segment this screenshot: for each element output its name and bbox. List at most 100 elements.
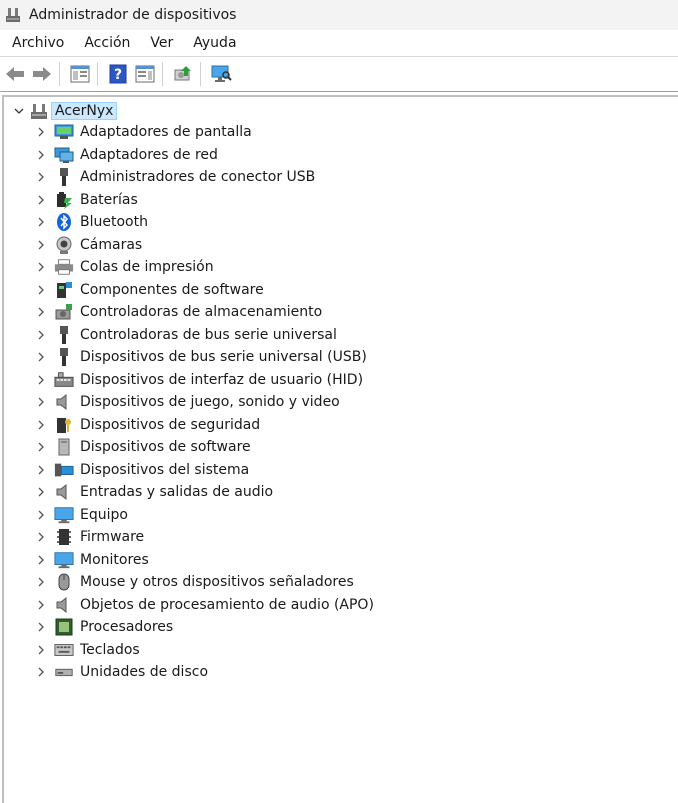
menu-accion[interactable]: Acción — [74, 30, 140, 56]
tree-category-item[interactable]: Controladoras de almacenamiento — [4, 301, 374, 324]
forward-button[interactable] — [30, 62, 54, 86]
device-manager-app-icon — [6, 8, 20, 22]
chevron-right-icon[interactable] — [36, 260, 46, 274]
tree-category-item[interactable]: Dispositivos de juego, sonido y video — [4, 391, 374, 414]
tree-category-item[interactable]: Mouse y otros dispositivos señaladores — [4, 571, 374, 594]
menu-ayuda[interactable]: Ayuda — [183, 30, 246, 56]
tree-root-label[interactable]: AcerNyx — [51, 102, 118, 120]
tree-category-item[interactable]: Unidades de disco — [4, 661, 374, 684]
tree-category-item[interactable]: Colas de impresión — [4, 256, 374, 279]
chevron-right-icon[interactable] — [36, 463, 46, 477]
chevron-right-icon[interactable] — [36, 440, 46, 454]
tree-category-label[interactable]: Dispositivos de juego, sonido y video — [80, 394, 340, 410]
chevron-right-icon[interactable] — [36, 350, 46, 364]
chevron-right-icon[interactable] — [36, 148, 46, 162]
chevron-right-icon[interactable] — [36, 575, 46, 589]
properties-button[interactable] — [133, 62, 157, 86]
tree-category-item[interactable]: Entradas y salidas de audio — [4, 481, 374, 504]
tree-category-label[interactable]: Objetos de procesamiento de audio (APO) — [80, 597, 374, 613]
tree-category-label[interactable]: Baterías — [80, 192, 138, 208]
tree-category-label[interactable]: Componentes de software — [80, 282, 264, 298]
chevron-right-icon[interactable] — [36, 620, 46, 634]
tree-category-item[interactable]: Adaptadores de red — [4, 144, 374, 167]
tree-category-item[interactable]: Administradores de conector USB — [4, 166, 374, 189]
tree-category-item[interactable]: Dispositivos de interfaz de usuario (HID… — [4, 369, 374, 392]
tree-category-label[interactable]: Procesadores — [80, 619, 173, 635]
chevron-right-icon[interactable] — [36, 418, 46, 432]
tree-category-item[interactable]: Baterías — [4, 189, 374, 212]
tree-category-label[interactable]: Dispositivos de seguridad — [80, 417, 260, 433]
chevron-right-icon[interactable] — [36, 508, 46, 522]
tree-category-label[interactable]: Teclados — [80, 642, 140, 658]
tree-category-label[interactable]: Dispositivos de bus serie universal (USB… — [80, 349, 367, 365]
usb-controller-icon — [54, 325, 74, 345]
show-hide-tree-button[interactable] — [68, 62, 92, 86]
tree-category-item[interactable]: Procesadores — [4, 616, 374, 639]
tree-category-label[interactable]: Equipo — [80, 507, 128, 523]
chevron-right-icon[interactable] — [36, 125, 46, 139]
tree-category-label[interactable]: Colas de impresión — [80, 259, 214, 275]
category-list: Adaptadores de pantalla Adaptadores de re… — [4, 121, 374, 684]
chevron-right-icon[interactable] — [36, 598, 46, 612]
tree-category-item[interactable]: Dispositivos de seguridad — [4, 414, 374, 437]
tree-category-item[interactable]: Teclados — [4, 639, 374, 662]
chevron-right-icon[interactable] — [36, 283, 46, 297]
chevron-right-icon[interactable] — [36, 530, 46, 544]
tree-category-item[interactable]: Firmware — [4, 526, 374, 549]
tree-category-label[interactable]: Administradores de conector USB — [80, 169, 315, 185]
tree-category-label[interactable]: Dispositivos del sistema — [80, 462, 249, 478]
chevron-right-icon[interactable] — [36, 305, 46, 319]
tree-category-item[interactable]: Dispositivos del sistema — [4, 459, 374, 482]
help-button[interactable]: ? — [106, 62, 130, 86]
tree-category-label[interactable]: Entradas y salidas de audio — [80, 484, 273, 500]
tree-category-label[interactable]: Cámaras — [80, 237, 142, 253]
hid-icon — [54, 370, 74, 390]
tree-category-item[interactable]: Cámaras — [4, 234, 374, 257]
tree-category-label[interactable]: Mouse y otros dispositivos señaladores — [80, 574, 354, 590]
chevron-right-icon[interactable] — [36, 193, 46, 207]
tree-root[interactable]: AcerNyx — [12, 101, 118, 121]
tree-category-label[interactable]: Firmware — [80, 529, 144, 545]
title-bar: Administrador de dispositivos — [0, 0, 678, 30]
tree-category-item[interactable]: Componentes de software — [4, 279, 374, 302]
menu-archivo[interactable]: Archivo — [0, 30, 74, 56]
tree-category-label[interactable]: Controladoras de almacenamiento — [80, 304, 322, 320]
forward-icon — [33, 67, 51, 81]
chevron-right-icon[interactable] — [36, 170, 46, 184]
chevron-right-icon[interactable] — [36, 328, 46, 342]
security-device-icon — [54, 415, 74, 435]
usb-connector-icon — [54, 167, 74, 187]
update-driver-button[interactable] — [171, 62, 195, 86]
tree-category-label[interactable]: Adaptadores de pantalla — [80, 124, 252, 140]
tree-category-item[interactable]: Equipo — [4, 504, 374, 527]
tree-category-item[interactable]: Objetos de procesamiento de audio (APO) — [4, 594, 374, 617]
tree-category-item[interactable]: Dispositivos de software — [4, 436, 374, 459]
chevron-down-icon[interactable] — [12, 104, 26, 118]
chevron-right-icon[interactable] — [36, 485, 46, 499]
tree-category-item[interactable]: Dispositivos de bus serie universal (USB… — [4, 346, 374, 369]
network-adapter-icon — [54, 145, 74, 165]
tree-category-label[interactable]: Controladoras de bus serie universal — [80, 327, 337, 343]
chevron-right-icon[interactable] — [36, 665, 46, 679]
toolbar-separator — [162, 62, 163, 86]
chevron-right-icon[interactable] — [36, 395, 46, 409]
tree-category-item[interactable]: Bluetooth — [4, 211, 374, 234]
chevron-right-icon[interactable] — [36, 643, 46, 657]
tree-category-label[interactable]: Dispositivos de software — [80, 439, 251, 455]
chevron-right-icon[interactable] — [36, 553, 46, 567]
chevron-right-icon[interactable] — [36, 215, 46, 229]
battery-icon — [54, 190, 74, 210]
tree-category-label[interactable]: Dispositivos de interfaz de usuario (HID… — [80, 372, 363, 388]
scan-hardware-button[interactable] — [209, 62, 233, 86]
chevron-right-icon[interactable] — [36, 373, 46, 387]
menu-ver[interactable]: Ver — [140, 30, 183, 56]
tree-category-item[interactable]: Adaptadores de pantalla — [4, 121, 374, 144]
tree-category-label[interactable]: Monitores — [80, 552, 149, 568]
tree-category-item[interactable]: Monitores — [4, 549, 374, 572]
back-button[interactable] — [3, 62, 27, 86]
tree-category-label[interactable]: Unidades de disco — [80, 664, 208, 680]
chevron-right-icon[interactable] — [36, 238, 46, 252]
tree-category-label[interactable]: Bluetooth — [80, 214, 148, 230]
tree-category-item[interactable]: Controladoras de bus serie universal — [4, 324, 374, 347]
tree-category-label[interactable]: Adaptadores de red — [80, 147, 218, 163]
